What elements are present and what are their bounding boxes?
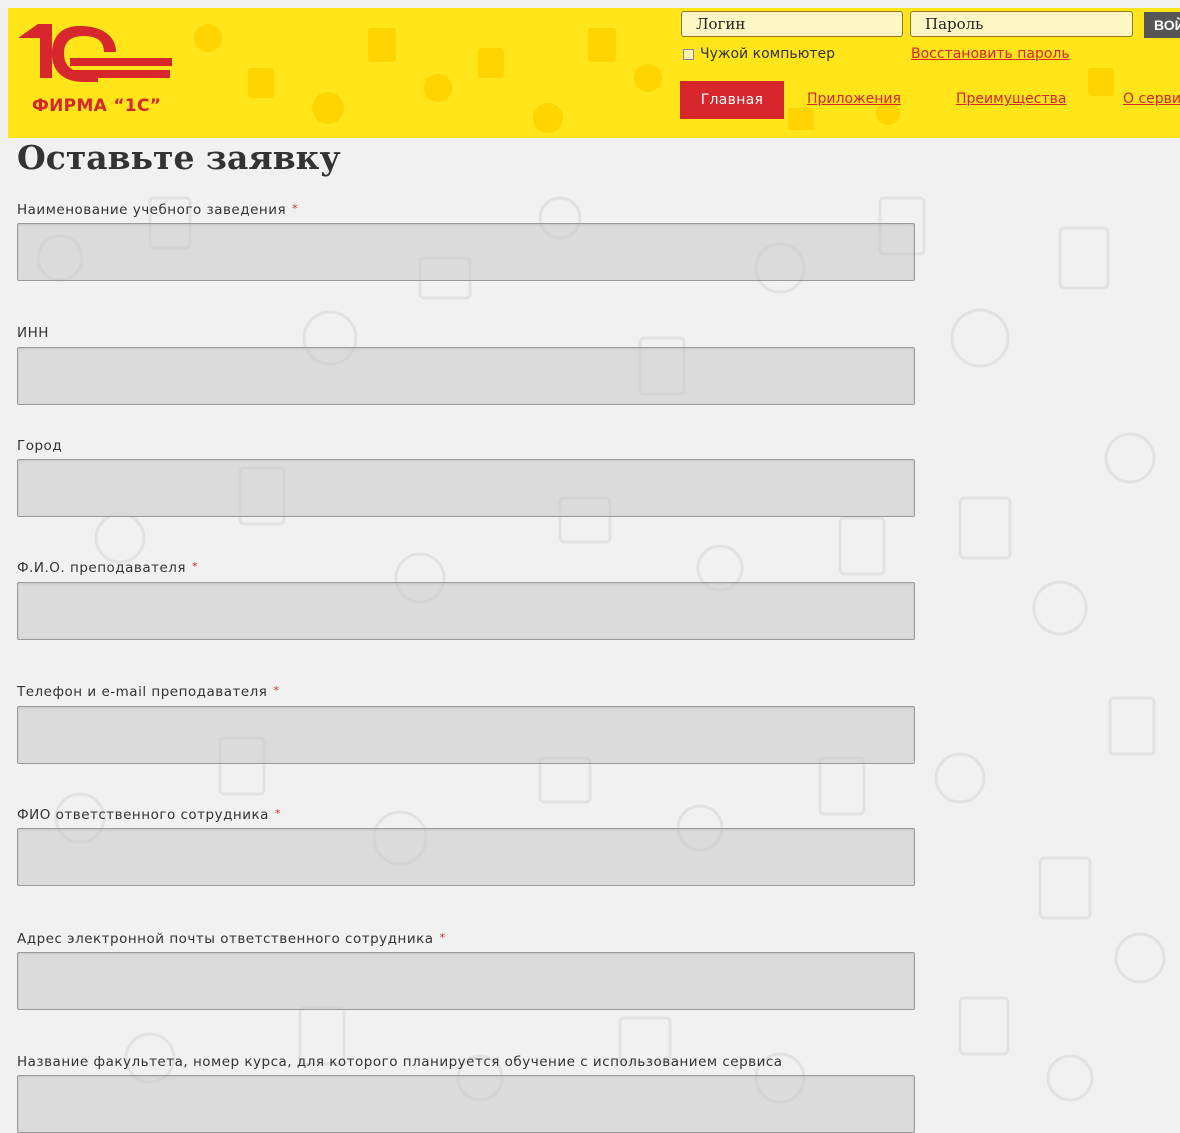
required-mark: *	[292, 202, 299, 215]
required-mark: *	[439, 931, 446, 944]
field-label-responsible-email: Адрес электронной почты ответственного с…	[17, 931, 446, 947]
restore-password-link[interactable]: Восстановить пароль	[911, 46, 1070, 62]
city-input[interactable]	[17, 459, 915, 517]
field-label-responsible-name: ФИО ответственного сотрудника *	[17, 807, 281, 823]
field-label-teacher-contact: Телефон и e-mail преподавателя *	[17, 684, 280, 700]
site-header: ФИРМА “1С” ВОЙТИ Чужой компьютер Восстан…	[8, 8, 1180, 138]
checkbox-icon[interactable]	[683, 48, 694, 60]
teacher-name-input[interactable]	[17, 582, 915, 640]
responsible-email-input[interactable]	[17, 952, 915, 1010]
login-button[interactable]: ВОЙТИ	[1144, 12, 1180, 38]
field-label-inn: ИНН	[17, 325, 49, 341]
required-mark: *	[273, 684, 280, 697]
institution-input[interactable]	[17, 223, 915, 281]
page-title: Оставьте заявку	[17, 138, 341, 177]
foreign-computer-label: Чужой компьютер	[700, 46, 836, 62]
login-input[interactable]	[681, 11, 903, 37]
logo-text: ФИРМА “1С”	[32, 96, 162, 116]
nav-home[interactable]: Главная	[680, 81, 784, 119]
nav-about[interactable]: О сервисе	[1123, 91, 1180, 107]
field-label-faculty: Название факультета, номер курса, для ко…	[17, 1054, 783, 1070]
required-mark: *	[192, 560, 199, 573]
responsible-name-input[interactable]	[17, 828, 915, 886]
password-input[interactable]	[910, 11, 1133, 37]
company-logo[interactable]: ФИРМА “1С”	[18, 16, 178, 126]
foreign-computer-checkbox[interactable]: Чужой компьютер	[683, 46, 835, 62]
required-mark: *	[274, 807, 281, 820]
logo-1c-icon	[18, 24, 172, 82]
faculty-input[interactable]	[17, 1075, 915, 1133]
inn-input[interactable]	[17, 347, 915, 405]
nav-apps[interactable]: Приложения	[807, 91, 901, 107]
field-label-city: Город	[17, 438, 63, 454]
field-label-teacher-name: Ф.И.О. преподавателя *	[17, 560, 199, 576]
teacher-contact-input[interactable]	[17, 706, 915, 764]
nav-advantages[interactable]: Преимущества	[956, 91, 1066, 107]
field-label-institution: Наименование учебного заведения *	[17, 202, 299, 218]
